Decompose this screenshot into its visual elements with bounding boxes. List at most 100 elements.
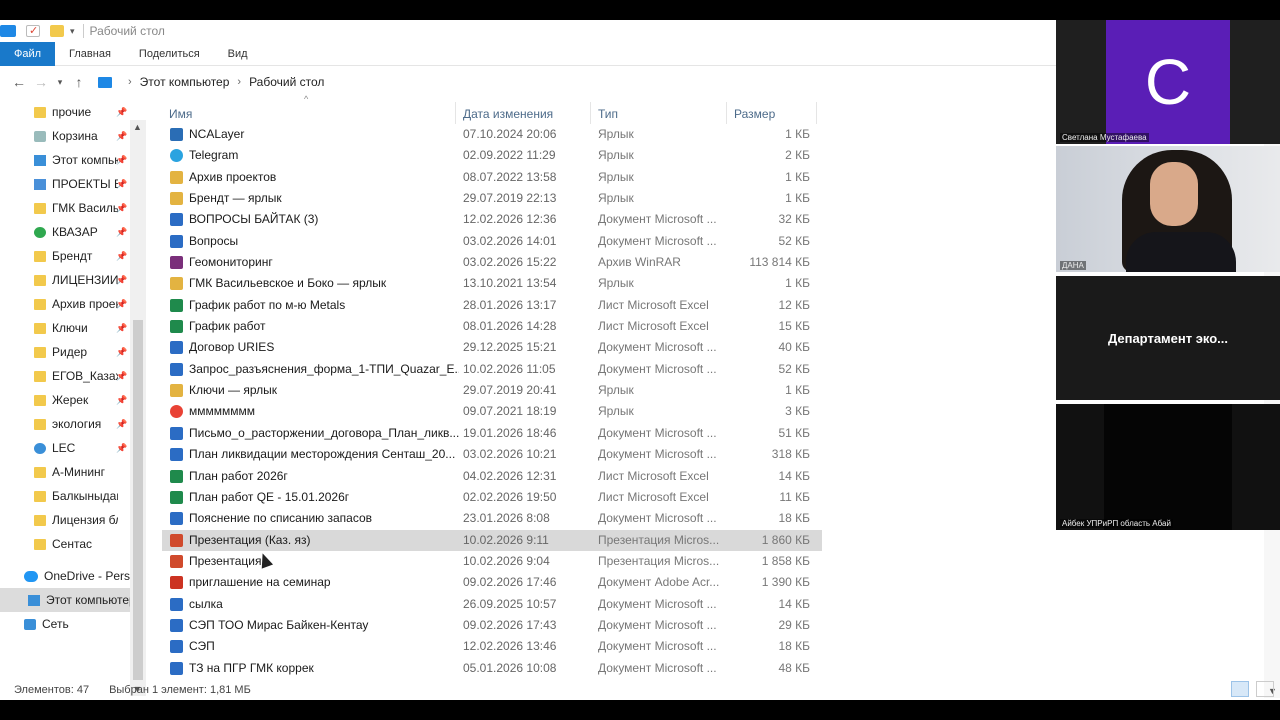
participant-tile-1[interactable]: С Светлана Мустафаева (1056, 20, 1280, 144)
sidebar-item[interactable]: Корзина 📌 (0, 124, 146, 148)
table-row[interactable]: ВОПРОСЫ БАЙТАК (3) 12.02.2026 12:36 Докуме… (162, 209, 822, 230)
column-header-size[interactable]: Размер (734, 107, 775, 121)
sidebar-item[interactable]: прочие 📌 (0, 100, 146, 124)
sidebar-item[interactable]: Брендт 📌 (0, 244, 146, 268)
explorer-app-icon[interactable] (0, 25, 16, 37)
new-folder-icon[interactable] (50, 25, 64, 37)
table-row[interactable]: Геомониторинг 03.02.2026 15:22 Архив WinRA… (162, 252, 822, 273)
nav-scroll-thumb[interactable] (133, 320, 143, 680)
tree-icon (34, 226, 46, 238)
sidebar-item[interactable]: экология 📌 (0, 412, 146, 436)
sidebar-item[interactable]: ЛИЦЕНЗИИ 📌 (0, 268, 146, 292)
participant-tile-3[interactable]: Департамент эко... (1056, 276, 1280, 400)
table-row[interactable]: СЭП 12.02.2026 13:46 Документ Microsoft ..… (162, 636, 822, 657)
chevron-right-icon[interactable]: › (128, 76, 132, 88)
forward-arrow-icon[interactable]: → (30, 74, 52, 90)
participant-tile-2[interactable]: ДАНА (1056, 146, 1280, 272)
pin-icon[interactable]: 📌 (116, 179, 127, 190)
sidebar-item[interactable]: ЕГОВ_Казахстан📌 (0, 364, 146, 388)
customize-quick-access-icon[interactable]: ▾ (70, 26, 75, 37)
sidebar-item[interactable]: Архив проектов📌 (0, 292, 146, 316)
table-row[interactable]: Ключи — ярлык 29.07.2019 20:41 Ярлык 1 КБ (162, 380, 822, 401)
table-row[interactable]: План работ QE - 15.01.2026г 02.02.2026 19… (162, 487, 822, 508)
table-row[interactable]: График работ по м-ю Metals 28.01.2026 13:… (162, 295, 822, 316)
table-row[interactable]: План работ 2026г 04.02.2026 12:31 Лист Mic… (162, 466, 822, 487)
pin-icon[interactable]: 📌 (116, 203, 127, 214)
tab-home[interactable]: Главная (55, 42, 125, 66)
table-row[interactable]: План ликвидации месторождения Сенташ_20.… (162, 444, 822, 465)
table-row[interactable]: Брендт — ярлык 29.07.2019 22:13 Ярлык 1 КБ (162, 188, 822, 209)
sidebar-item[interactable]: А-Мининг (0, 460, 146, 484)
tab-share[interactable]: Поделиться (125, 42, 214, 66)
breadcrumb-this-pc[interactable]: Этот компьютер (140, 75, 230, 89)
up-arrow-icon[interactable]: ↑ (68, 74, 90, 90)
sidebar-item[interactable]: Ридер 📌 (0, 340, 146, 364)
pin-icon[interactable]: 📌 (116, 323, 127, 334)
table-row[interactable]: Письмо_о_расторжении_договора_План_ликв.… (162, 423, 822, 444)
table-row[interactable]: приглашение на семинар 09.02.2026 17:46 До… (162, 572, 822, 593)
column-header-type[interactable]: Тип (598, 107, 618, 121)
back-arrow-icon[interactable]: ← (8, 74, 30, 90)
sidebar-item[interactable]: Этот компьютер📌 (0, 148, 146, 172)
pin-icon[interactable]: 📌 (116, 131, 127, 142)
breadcrumb[interactable]: › Этот компьютер › Рабочий стол (98, 75, 324, 89)
table-row[interactable]: Договор URIES 29.12.2025 15:21 Документ Mi… (162, 337, 822, 358)
pin-icon[interactable]: 📌 (116, 227, 127, 238)
breadcrumb-desktop[interactable]: Рабочий стол (249, 75, 324, 89)
table-row[interactable]: СЭП ТОО Мирас Байкен-Кентау 09.02.2026 17… (162, 615, 822, 636)
sidebar-item[interactable]: ПРОЕКТЫ В 📌 (0, 172, 146, 196)
sidebar-item[interactable]: Жерек 📌 (0, 388, 146, 412)
column-divider[interactable] (455, 102, 456, 124)
sidebar-item-label: Брендт (52, 249, 93, 263)
sidebar-item[interactable]: Балкыныдак (0, 484, 146, 508)
column-header-name[interactable]: Имя (169, 107, 192, 121)
table-row[interactable]: Архив проектов 08.07.2022 13:58 Ярлык 1 КБ (162, 167, 822, 188)
pin-icon[interactable]: 📌 (116, 443, 127, 454)
table-row[interactable]: Telegram 02.09.2022 11:29 Ярлык 2 КБ (162, 145, 822, 166)
sidebar-item[interactable]: Сентас (0, 532, 146, 556)
column-header-date[interactable]: Дата изменения (463, 107, 553, 121)
sidebar-item[interactable]: Ключи 📌 (0, 316, 146, 340)
scroll-up-icon[interactable]: ▲ (133, 122, 142, 132)
tab-view[interactable]: Вид (214, 42, 262, 66)
column-divider[interactable] (590, 102, 591, 124)
sidebar-root-item[interactable]: Этот компьютер (0, 588, 130, 612)
nav-scrollbar[interactable]: ▲ ▼ (130, 120, 146, 696)
table-row[interactable]: График работ 08.01.2026 14:28 Лист Microso… (162, 316, 822, 337)
column-divider[interactable] (726, 102, 727, 124)
pin-icon[interactable]: 📌 (116, 275, 127, 286)
sidebar-item[interactable]: LEC 📌 (0, 436, 146, 460)
table-row[interactable]: Пояснение по списанию запасов 23.01.2026 … (162, 508, 822, 529)
pin-icon[interactable]: 📌 (116, 371, 127, 382)
pin-icon[interactable]: 📌 (116, 155, 127, 166)
tab-file[interactable]: Файл (0, 41, 56, 66)
computer-icon (98, 76, 112, 88)
sidebar-item[interactable]: КВАЗАР 📌 (0, 220, 146, 244)
recent-locations-chevron-icon[interactable]: ▾ (52, 77, 68, 88)
chevron-right-icon[interactable]: › (237, 76, 241, 88)
table-row[interactable]: NCALayer 07.10.2024 20:06 Ярлык 1 КБ (162, 124, 822, 145)
pin-icon[interactable]: 📌 (116, 347, 127, 358)
pin-icon[interactable]: 📌 (116, 419, 127, 430)
details-view-icon[interactable] (1231, 681, 1249, 697)
table-row[interactable]: ТЗ на ПГР ГМК коррек 05.01.2026 10:08 Доку… (162, 658, 822, 679)
sidebar-root-item[interactable]: OneDrive - Personal (0, 564, 130, 588)
table-row[interactable]: Вопросы 03.02.2026 14:01 Документ Microsof… (162, 231, 822, 252)
sidebar-item[interactable]: Лицензия бло (0, 508, 146, 532)
properties-icon[interactable] (26, 24, 40, 37)
pin-icon[interactable]: 📌 (116, 299, 127, 310)
table-row[interactable]: ГМК Васильевское и Боко — ярлык 13.10.202… (162, 273, 822, 294)
table-row[interactable]: Запрос_разъяснения_форма_1-ТПИ_Quazar_E.… (162, 359, 822, 380)
pin-icon[interactable]: 📌 (116, 251, 127, 262)
table-row[interactable]: Презентация (Каз. яз) 10.02.2026 9:11 През… (162, 529, 822, 551)
column-divider[interactable] (816, 102, 817, 124)
sidebar-root-item[interactable]: Сеть (0, 612, 130, 636)
sidebar-item[interactable]: ГМК Васильевское📌 (0, 196, 146, 220)
file-name: Геомониторинг (189, 255, 273, 270)
large-icons-view-icon[interactable] (1256, 681, 1274, 697)
pin-icon[interactable]: 📌 (116, 395, 127, 406)
table-row[interactable]: мммммммм 09.07.2021 18:19 Ярлык 3 КБ (162, 401, 822, 422)
participant-tile-4[interactable]: Айбек УПРиРП область Абай (1056, 404, 1280, 530)
table-row[interactable]: сылка 26.09.2025 10:57 Документ Microsoft … (162, 594, 822, 615)
pin-icon[interactable]: 📌 (116, 107, 127, 118)
